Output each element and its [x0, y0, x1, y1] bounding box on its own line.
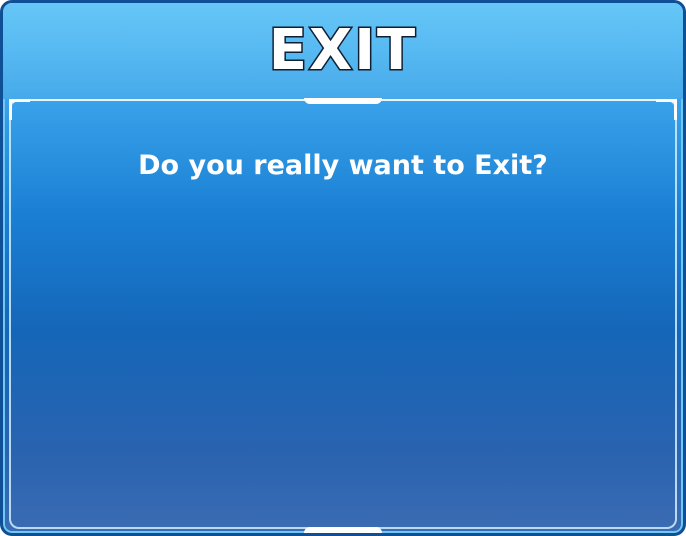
dialog-title: EXIT [267, 18, 418, 83]
frame-bottom-notch [304, 527, 382, 533]
dialog-message: Do you really want to Exit? [138, 150, 548, 181]
frame-corner-top-right [656, 99, 677, 120]
frame-corner-top-left [9, 99, 30, 120]
exit-dialog: EXIT Do you really want to Exit? [0, 0, 686, 536]
frame-top-notch [304, 98, 382, 104]
dialog-header: EXIT [3, 3, 683, 99]
